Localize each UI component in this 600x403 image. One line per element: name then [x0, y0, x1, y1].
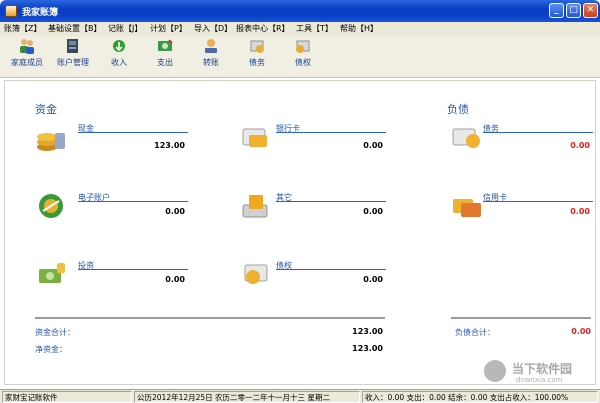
- menu-plan[interactable]: 计划【P】: [150, 23, 187, 34]
- account-management-icon: [67, 39, 78, 53]
- overview-panel: 资金 负债 现金 123.00 银行卡 0.00 债务 0.00 电子账户 0.…: [4, 80, 596, 385]
- income-button[interactable]: 收入: [97, 38, 141, 76]
- debt-icon: [250, 40, 264, 53]
- underline: [78, 132, 188, 133]
- family-members-label: 家庭成员: [11, 58, 43, 67]
- claims-label: 债权: [295, 58, 311, 67]
- transfer-label: 转账: [203, 58, 219, 67]
- account-value-investment: 0.00: [165, 275, 185, 284]
- status-date: 公历2012年12月25日 农历二零一二年十一月十三 星期二: [134, 391, 360, 403]
- coins-icon: [37, 133, 65, 151]
- bank-card-icon: [242, 128, 267, 147]
- account-value-debt: 0.00: [570, 141, 590, 150]
- family-members-button[interactable]: 家庭成员: [5, 38, 49, 76]
- watermark-url: downxia.com: [516, 376, 563, 384]
- other-icon: [242, 195, 268, 218]
- menu-import[interactable]: 导入【D】: [194, 23, 232, 34]
- net-assets-label: 净资金：: [35, 345, 67, 354]
- account-value-cash: 123.00: [154, 141, 185, 150]
- expense-icon: [158, 39, 173, 51]
- net-assets-value: 123.00: [352, 344, 383, 353]
- e-account-icon: [39, 194, 63, 218]
- menu-bookkeeping[interactable]: 记账【J】: [108, 23, 142, 34]
- transfer-button[interactable]: 转账: [189, 38, 233, 76]
- close-button[interactable]: ✕: [583, 3, 598, 18]
- claims-icon: [296, 40, 310, 53]
- underline: [78, 269, 188, 270]
- underline: [78, 201, 188, 202]
- account-management-label: 账户管理: [57, 58, 89, 67]
- status-summary: 收入：0.00 支出：0.00 结余：0.00 支出占收入：100.00%: [362, 391, 598, 403]
- family-members-icon: [20, 39, 34, 54]
- menu-ledger[interactable]: 账簿【Z】: [4, 23, 41, 34]
- assets-total-label: 资金合计：: [35, 328, 75, 337]
- claims-icon: [244, 264, 268, 284]
- liabilities-summary-divider: [451, 317, 591, 319]
- income-icon: [113, 40, 125, 52]
- menu-basic-settings[interactable]: 基础设置【B】: [48, 23, 102, 34]
- liabilities-total-value: 0.00: [571, 327, 591, 336]
- minimize-button[interactable]: _: [549, 3, 564, 18]
- investment-icon: [39, 263, 65, 283]
- menu-report-center[interactable]: 报表中心【R】: [236, 23, 290, 34]
- maximize-button[interactable]: □: [566, 3, 581, 18]
- toolbar: 家庭成员 账户管理 收入 支出 转账 债务 债权: [0, 36, 600, 78]
- menu-tools[interactable]: 工具【T】: [296, 23, 333, 34]
- app-book-icon: [5, 5, 17, 17]
- transfer-icon: [205, 39, 217, 53]
- underline: [276, 132, 386, 133]
- watermark-name: 当下软件园: [512, 362, 573, 376]
- expense-label: 支出: [157, 58, 173, 67]
- assets-title: 资金: [35, 103, 57, 116]
- underline: [276, 201, 386, 202]
- liabilities-total-label: 负债合计：: [455, 328, 495, 337]
- account-value-credit-card: 0.00: [570, 207, 590, 216]
- liabilities-title: 负债: [447, 103, 469, 116]
- income-label: 收入: [111, 58, 127, 67]
- status-bar: 家财宝记账软件 公历2012年12月25日 农历二零一二年十一月十三 星期二 收…: [0, 389, 600, 403]
- debt-label: 债务: [249, 58, 265, 67]
- underline: [276, 269, 386, 270]
- account-value-other: 0.00: [363, 207, 383, 216]
- expense-button[interactable]: 支出: [143, 38, 187, 76]
- download-arrow-icon: [484, 360, 506, 382]
- claims-button[interactable]: 债权: [281, 38, 325, 76]
- account-value-e-account: 0.00: [165, 207, 185, 216]
- account-value-bank-card: 0.00: [363, 141, 383, 150]
- menu-bar: 账簿【Z】 基础设置【B】 记账【J】 计划【P】 导入【D】 报表中心【R】 …: [0, 22, 600, 36]
- account-management-button[interactable]: 账户管理: [51, 38, 95, 76]
- window-title: 我家账簿: [22, 8, 59, 18]
- debt-icon: [452, 128, 480, 148]
- underline: [483, 132, 593, 133]
- debt-button[interactable]: 债务: [235, 38, 279, 76]
- assets-summary-divider: [35, 317, 385, 319]
- status-app-name: 家财宝记账软件: [2, 391, 132, 403]
- menu-help[interactable]: 帮助【H】: [340, 23, 378, 34]
- title-bar[interactable]: 我家账簿 _ □ ✕: [0, 0, 600, 22]
- underline: [483, 201, 593, 202]
- account-value-claims: 0.00: [363, 275, 383, 284]
- assets-total-value: 123.00: [352, 327, 383, 336]
- credit-card-icon: [453, 199, 481, 217]
